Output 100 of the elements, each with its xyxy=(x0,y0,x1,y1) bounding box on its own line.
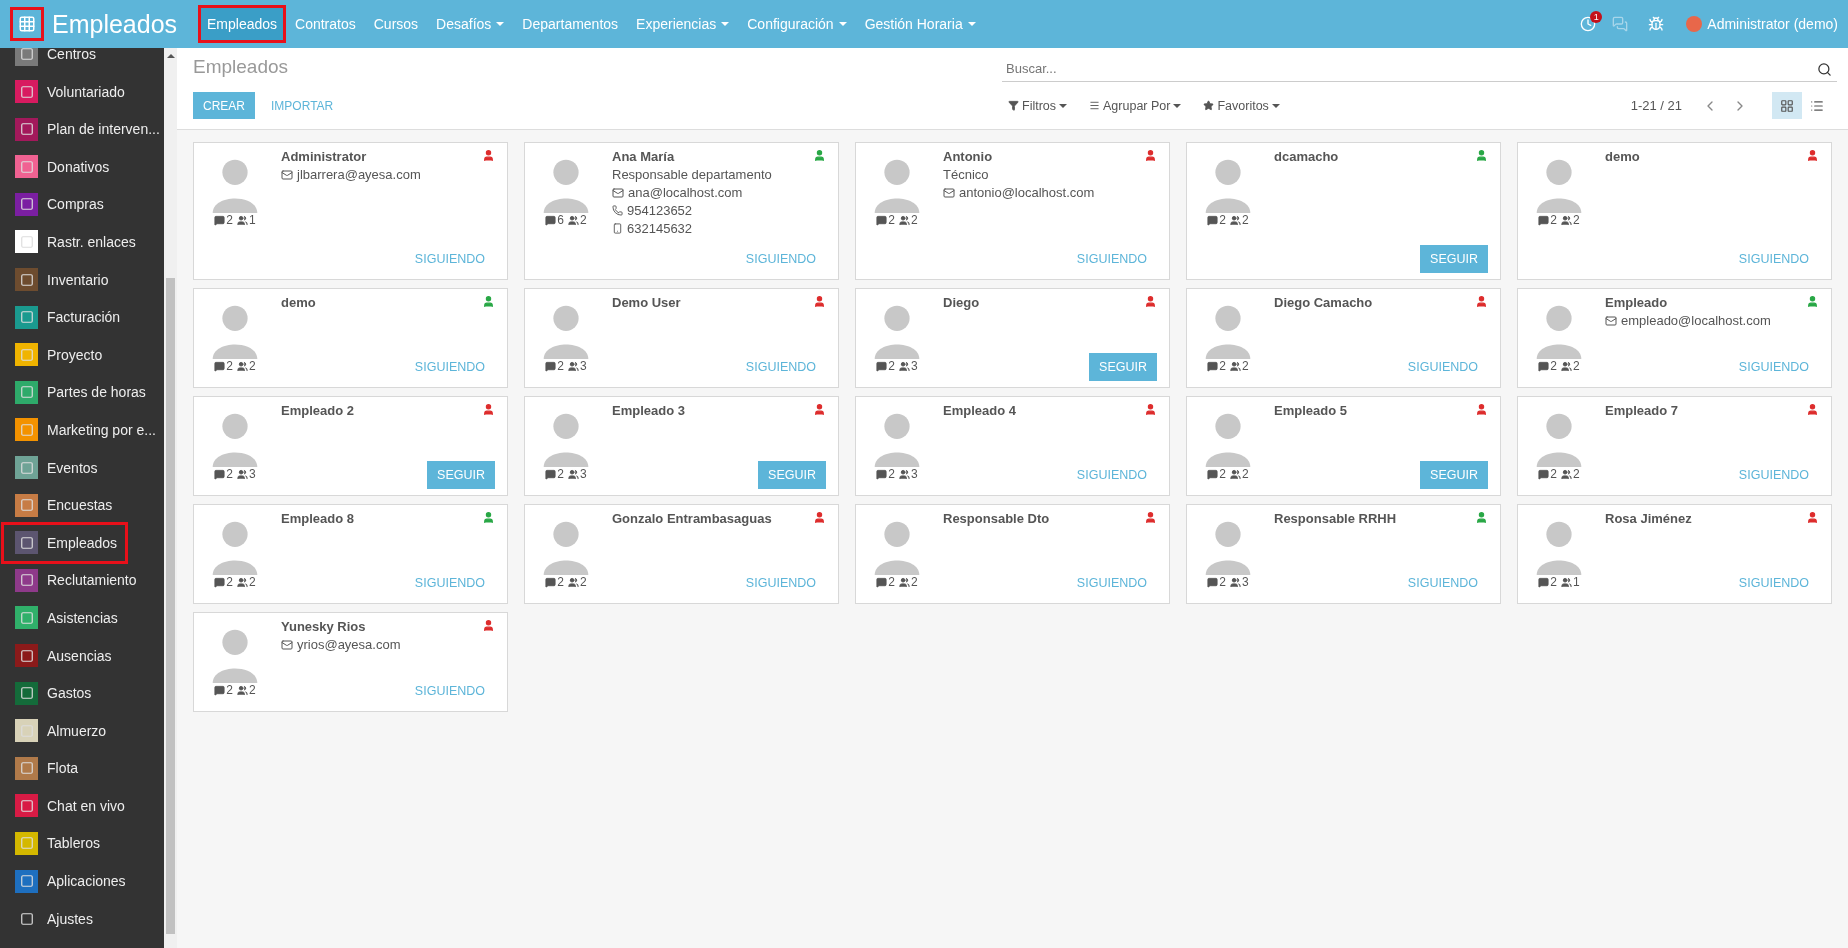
employee-card[interactable]: 2 3 Empleado 3 SEGUIR xyxy=(524,396,839,496)
employee-name: dcamacho xyxy=(1274,149,1339,164)
employee-name: Empleado 3 xyxy=(612,403,685,418)
employee-name: Empleado 7 xyxy=(1605,403,1678,418)
sidebar-item[interactable]: Plan de interven... xyxy=(4,111,165,148)
employee-card[interactable]: 2 2 demo SIGUIENDO xyxy=(193,288,508,388)
employee-name: Empleado 2 xyxy=(281,403,354,418)
message-count: 2 xyxy=(1538,359,1557,373)
employee-name: Yunesky Rios xyxy=(281,619,366,634)
message-count: 2 xyxy=(214,575,233,589)
employee-name: demo xyxy=(1605,149,1640,164)
envelope-icon xyxy=(1605,314,1617,327)
grid-icon xyxy=(18,15,36,33)
message-count: 2 xyxy=(1207,359,1226,373)
follower-count: 3 xyxy=(1230,575,1249,589)
follower-count: 3 xyxy=(899,359,918,373)
follower-count: 2 xyxy=(568,213,587,227)
sidebar-item[interactable]: Empleados xyxy=(4,524,126,561)
employee-card[interactable]: 2 2 demo SIGUIENDO xyxy=(1517,142,1832,280)
envelope-icon xyxy=(943,186,955,199)
employee-card[interactable]: 2 2 Antonio Técnico antonio@localhost.com SIGUIENDO xyxy=(855,142,1170,280)
employee-name: Empleado xyxy=(1605,295,1668,310)
message-count: 2 xyxy=(545,467,564,481)
employee-card[interactable]: 2 2 Empleado empleado@localhost.com SIGUIENDO xyxy=(1517,288,1832,388)
message-count: 2 xyxy=(1538,575,1557,589)
employee-card[interactable]: 2 2 Yunesky Rios yrios@ayesa.com SIGUIENDO xyxy=(193,612,508,712)
message-count: 2 xyxy=(876,467,895,481)
follower-count: 3 xyxy=(568,359,587,373)
message-count: 2 xyxy=(1207,213,1226,227)
employee-card[interactable]: 2 2 dcamacho SEGUIR xyxy=(1186,142,1501,280)
activity-clock-icon[interactable] xyxy=(1580,16,1597,32)
sidebar-item[interactable]: Partes de horas xyxy=(4,374,154,411)
email: jlbarrera@ayesa.com xyxy=(281,167,495,182)
sidebar-item[interactable]: Ajustes xyxy=(4,900,101,937)
envelope-icon xyxy=(281,638,293,651)
sidebar-item[interactable]: Almuerzo xyxy=(4,712,115,749)
email: empleado@localhost.com xyxy=(1605,313,1819,328)
caret-icon xyxy=(1271,103,1280,108)
sidebar-item[interactable]: Reclutamiento xyxy=(4,562,145,599)
employee-card[interactable]: 2 2 Empleado 8 SIGUIENDO xyxy=(193,504,508,604)
sidebar-item[interactable]: Encuestas xyxy=(4,487,121,524)
follower-count: 1 xyxy=(237,213,256,227)
message-count: 2 xyxy=(1207,467,1226,481)
bug-icon[interactable] xyxy=(1648,16,1665,32)
sidebar-item[interactable]: Rastr. enlaces xyxy=(4,223,144,260)
employee-name: Diego Camacho xyxy=(1274,295,1373,310)
message-count: 2 xyxy=(214,467,233,481)
filter-dropdown[interactable]: Favoritos xyxy=(1197,98,1286,113)
message-count: 2 xyxy=(214,213,233,227)
sidebar-item[interactable]: Donativos xyxy=(4,148,118,185)
employee-card[interactable]: 2 3 Responsable RRHH SIGUIENDO xyxy=(1186,504,1501,604)
email: yrios@ayesa.com xyxy=(281,637,495,652)
employee-card[interactable]: 2 2 Gonzalo Entrambasaguas SIGUIENDO xyxy=(524,504,839,604)
sidebar-item[interactable]: Flota xyxy=(4,750,87,787)
employee-card[interactable]: 2 3 Diego SEGUIR xyxy=(855,288,1170,388)
employee-card[interactable]: 2 2 Empleado 7 SIGUIENDO xyxy=(1517,396,1832,496)
chat-icon[interactable] xyxy=(1612,16,1629,32)
sidebar-item[interactable]: Chat en vivo xyxy=(4,787,133,824)
employee-card[interactable]: 2 3 Empleado 4 SIGUIENDO xyxy=(855,396,1170,496)
follower-count: 2 xyxy=(1230,359,1249,373)
sidebar-item[interactable]: Ausencias xyxy=(4,637,120,674)
sidebar-item[interactable]: Gastos xyxy=(4,675,100,712)
sidebar-item[interactable]: Proyecto xyxy=(4,336,111,373)
employee-card[interactable]: 2 3 Demo User SIGUIENDO xyxy=(524,288,839,388)
employee-card[interactable]: 2 2 Empleado 5 SEGUIR xyxy=(1186,396,1501,496)
sidebar-item[interactable]: Asistencias xyxy=(4,599,126,636)
sidebar-item[interactable]: Inventario xyxy=(4,261,117,298)
employee-name: Diego xyxy=(943,295,980,310)
employee-name: Empleado 8 xyxy=(281,511,354,526)
employee-card[interactable]: 2 1 Administrator jlbarrera@ayesa.com SIGUIENDO xyxy=(193,142,508,280)
sidebar-item[interactable]: Voluntariado xyxy=(4,73,133,110)
employee-card[interactable]: 2 2 Diego Camacho SIGUIENDO xyxy=(1186,288,1501,388)
page-title: Empleados xyxy=(193,56,290,79)
app-title: Empleados xyxy=(52,9,179,39)
sidebar-item[interactable]: Eventos xyxy=(4,449,106,486)
filter-dropdown[interactable]: Agrupar Por xyxy=(1083,98,1188,113)
sidebar-item[interactable]: Compras xyxy=(4,186,112,223)
employee-card[interactable]: 2 3 Empleado 2 SEGUIR xyxy=(193,396,508,496)
sidebar-item[interactable]: Aplicaciones xyxy=(4,863,134,900)
scrollbar-thumb[interactable] xyxy=(166,278,176,934)
kanban-view-button[interactable] xyxy=(1772,92,1802,119)
sidebar-item[interactable]: Centros xyxy=(4,48,105,72)
message-count: 2 xyxy=(876,575,895,589)
user-avatar xyxy=(1686,16,1703,32)
employee-card[interactable]: 2 1 Rosa Jiménez SIGUIENDO xyxy=(1517,504,1832,604)
message-count: 2 xyxy=(1538,467,1557,481)
employee-card[interactable]: 2 2 Responsable Dto SIGUIENDO xyxy=(855,504,1170,604)
filter-dropdown[interactable]: Filtros xyxy=(1002,98,1074,113)
caret-icon xyxy=(1059,103,1068,108)
employee-name: Antonio xyxy=(943,149,993,164)
follower-count: 2 xyxy=(237,683,256,697)
apps-button[interactable] xyxy=(10,7,44,41)
sidebar-item[interactable]: Marketing por e... xyxy=(4,411,164,448)
phone-icon xyxy=(612,205,623,216)
filter-icon xyxy=(1008,100,1019,111)
follower-count: 1 xyxy=(1561,575,1580,589)
caret-icon xyxy=(1173,103,1182,108)
employee-card[interactable]: 6 2 Ana María Responsable departamento ana@localhost.com 954123652 632145632 SIGUIENDO xyxy=(524,142,839,280)
sidebar-item[interactable]: Tableros xyxy=(4,825,108,862)
sidebar-item[interactable]: Facturación xyxy=(4,299,129,336)
